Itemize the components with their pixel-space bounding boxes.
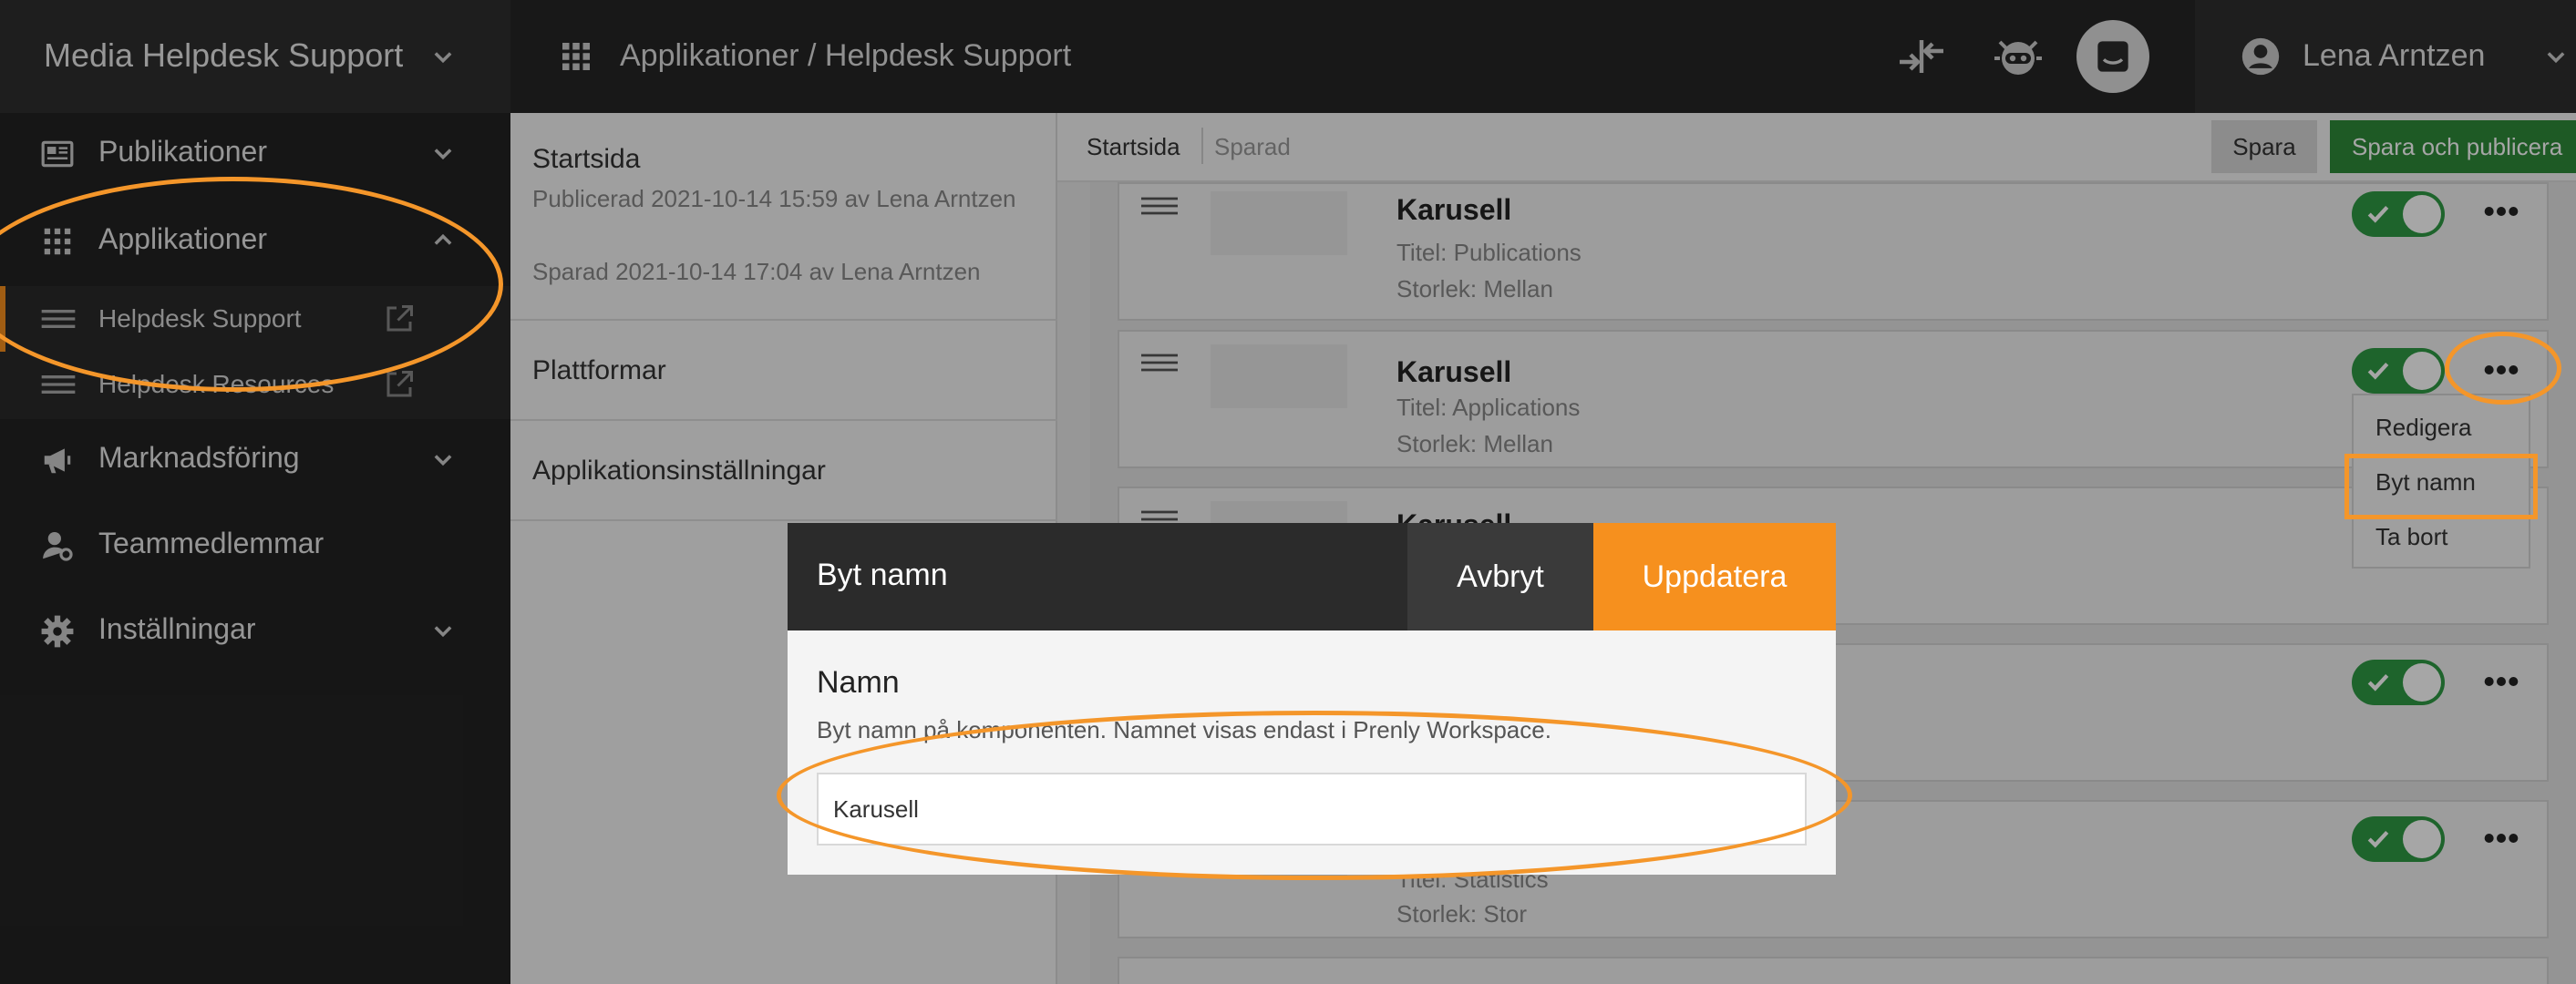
cancel-button[interactable]: Avbryt (1407, 523, 1593, 630)
name-field-label: Namn (817, 665, 900, 700)
highlight-rect (2344, 454, 2538, 519)
highlight-ellipse (2445, 332, 2561, 405)
dialog-title: Byt namn (817, 558, 948, 592)
update-button[interactable]: Uppdatera (1593, 523, 1836, 630)
highlight-ellipse (777, 711, 1852, 880)
